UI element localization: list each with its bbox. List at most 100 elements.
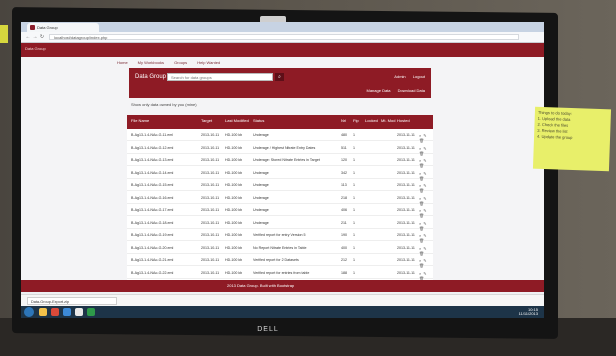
table-row[interactable]: B-Ag13-1.4-NAo-G-11.eml 2013-10-11 HD-100 … <box>127 131 433 143</box>
header-target[interactable]: Target <box>201 118 212 123</box>
hero-actions: Admin Logout <box>388 74 425 79</box>
logout-link[interactable]: Logout <box>413 74 425 79</box>
table-row[interactable]: B-Ag13-1.4-NAo-G-20.eml 2013-10-11 HD-100 … <box>127 244 433 256</box>
table-row[interactable]: B-Ag13-1.4-NAo-G-22.eml 2013-10-11 HD-100 … <box>127 269 433 281</box>
table-row[interactable]: B-Ag13-1.4-NAo-G-15.eml 2013-10-11 HD-100 … <box>127 181 433 193</box>
delete-icon[interactable]: 🗑 <box>419 213 424 218</box>
table-cell: 2013-10-11 <box>201 245 220 250</box>
header-last-modified[interactable]: Last Modified <box>225 118 249 123</box>
page-title: Data Group <box>135 74 167 80</box>
nav-item-workbooks[interactable]: My Workbooks <box>138 60 164 65</box>
table-cell: 2013-10-11 <box>201 270 220 275</box>
search-button[interactable]: ⌕ <box>275 73 284 81</box>
sticky-note-line: 4. Update the group <box>536 133 573 141</box>
site-logo[interactable]: Data Group <box>25 46 46 51</box>
row-actions: ⌕ ✎🗑 <box>419 233 433 243</box>
download-data-button[interactable]: Download Data <box>398 88 425 93</box>
search-input[interactable]: Search for data groups <box>167 73 273 81</box>
delete-icon[interactable]: 🗑 <box>419 151 424 156</box>
download-item[interactable]: Data-Group-Export.zip <box>27 297 117 305</box>
delete-icon[interactable]: 🗑 <box>419 188 424 193</box>
table-row[interactable]: B-Ag13-1.4-NAo-G-14.eml 2013-10-11 HD-100 … <box>127 169 433 181</box>
table-cell: 1 <box>353 270 355 275</box>
taskbar-clock[interactable]: 10:15 11/11/2013 <box>519 308 538 316</box>
table-row[interactable]: B-Ag13-1.4-NAo-G-12.eml 2013-10-11 HD-100 … <box>127 144 433 156</box>
edit-icon[interactable]: ✎ <box>423 196 426 201</box>
header-hosted[interactable]: Hosted <box>397 118 410 123</box>
table-cell: HD-100 kb <box>225 183 243 187</box>
row-actions: ⌕ ✎🗑 <box>419 208 433 218</box>
header-file-name[interactable]: File Name <box>131 118 149 123</box>
edit-icon[interactable]: ✎ <box>423 221 426 226</box>
table-row[interactable]: B-Ag13-1.4-NAo-G-19.eml 2013-10-11 HD-100 … <box>127 231 433 243</box>
table-cell: 2013-10-11 <box>201 183 220 187</box>
delete-icon[interactable]: 🗑 <box>419 226 424 231</box>
delete-icon[interactable]: 🗑 <box>419 176 424 181</box>
edit-icon[interactable]: ✎ <box>423 271 426 276</box>
delete-icon[interactable]: 🗑 <box>419 251 424 256</box>
search-icon[interactable]: ⌕ <box>419 221 421 226</box>
delete-icon[interactable]: 🗑 <box>419 201 424 206</box>
nav-item-groups[interactable]: Groups <box>174 60 187 65</box>
browser-tab[interactable]: Data Group <box>27 23 99 32</box>
header-locked[interactable]: Locked <box>365 118 378 123</box>
filter-checkbox-label[interactable]: Show only data owned by you (mine) <box>131 102 197 107</box>
search-icon[interactable]: ⌕ <box>419 146 421 151</box>
table-cell: 2013-11-11 <box>397 158 415 162</box>
manage-data-button[interactable]: Manage Data <box>367 88 391 93</box>
table-row[interactable]: B-Ag13-1.4-NAo-G-13.eml 2013-10-11 HD-100 … <box>127 156 433 168</box>
app-icon[interactable] <box>87 308 95 316</box>
admin-link[interactable]: Admin <box>394 74 405 79</box>
row-actions: ⌕ ✎🗑 <box>419 246 433 256</box>
table-cell: 2013-10-11 <box>201 170 220 175</box>
hero-panel: Data Group Search for data groups ⌕ Admi… <box>129 68 431 98</box>
header-ftp[interactable]: Ftp <box>353 118 359 123</box>
search-icon[interactable]: ⌕ <box>419 246 421 251</box>
start-button-icon[interactable] <box>24 307 34 317</box>
back-icon[interactable]: ← <box>25 34 31 40</box>
url-input[interactable]: localhost/datagroup/index.php <box>49 34 519 40</box>
table-cell: B-Ag13-1.4-NAo-G-17.eml <box>131 208 174 212</box>
monitor-screen: Data Group ← → ↻ localhost/datagroup/ind… <box>21 22 544 318</box>
table-row[interactable]: B-Ag13-1.4-NAo-G-21.eml 2013-10-11 HD-100 … <box>127 256 433 268</box>
delete-icon[interactable]: 🗑 <box>419 263 424 268</box>
edit-icon[interactable]: ✎ <box>423 171 426 176</box>
search-icon[interactable]: ⌕ <box>419 271 421 276</box>
browser-icon[interactable] <box>63 308 71 316</box>
row-actions: ⌕ ✎🗑 <box>419 183 433 193</box>
chrome-icon[interactable] <box>75 308 83 316</box>
table-row[interactable]: B-Ag13-1.4-NAo-G-17.eml 2013-10-11 HD-100 … <box>127 206 433 218</box>
nav-item-home[interactable]: Home <box>117 60 128 65</box>
edit-icon[interactable]: ✎ <box>423 246 426 251</box>
table-cell: 1 <box>353 258 355 262</box>
delete-icon[interactable]: 🗑 <box>419 138 424 143</box>
edit-icon[interactable]: ✎ <box>423 146 426 151</box>
media-icon[interactable] <box>51 308 59 316</box>
table-cell: 1 <box>353 145 355 150</box>
header-mt-mod[interactable]: Mt. Mod <box>381 118 395 123</box>
table-cell: 511 <box>341 145 347 150</box>
table-cell: B-Ag13-1.4-NAo-G-20.eml <box>131 245 174 250</box>
table-cell: 2013-10-11 <box>201 208 220 212</box>
table-cell: 1 <box>353 158 355 162</box>
delete-icon[interactable]: 🗑 <box>419 238 424 243</box>
delete-icon[interactable]: 🗑 <box>419 163 424 168</box>
table-cell: 342 <box>341 170 347 175</box>
table-cell: 1 <box>353 220 355 225</box>
row-actions: ⌕ ✎🗑 <box>419 221 433 231</box>
reload-icon[interactable]: ↻ <box>39 34 45 40</box>
table-cell: 1 <box>353 183 355 187</box>
table-cell: 2013-11-11 <box>397 233 415 237</box>
table-row[interactable]: B-Ag13-1.4-NAo-G-16.eml 2013-10-11 HD-100 … <box>127 194 433 206</box>
table-cell: HD-100 kb <box>225 220 243 225</box>
header-status[interactable]: Status <box>253 118 264 123</box>
search-icon[interactable]: ⌕ <box>419 196 421 201</box>
forward-icon[interactable]: → <box>32 34 38 40</box>
row-actions: ⌕ ✎🗑 <box>419 271 433 281</box>
nav-item-help[interactable]: Help Wanted <box>197 60 220 65</box>
explorer-icon[interactable] <box>39 308 47 316</box>
search-icon[interactable]: ⌕ <box>419 171 421 176</box>
table-cell: 1 <box>353 245 355 250</box>
table-row[interactable]: B-Ag13-1.4-NAo-G-18.eml 2013-10-11 HD-100 … <box>127 219 433 231</box>
header-nrl[interactable]: Nrl <box>341 118 346 123</box>
